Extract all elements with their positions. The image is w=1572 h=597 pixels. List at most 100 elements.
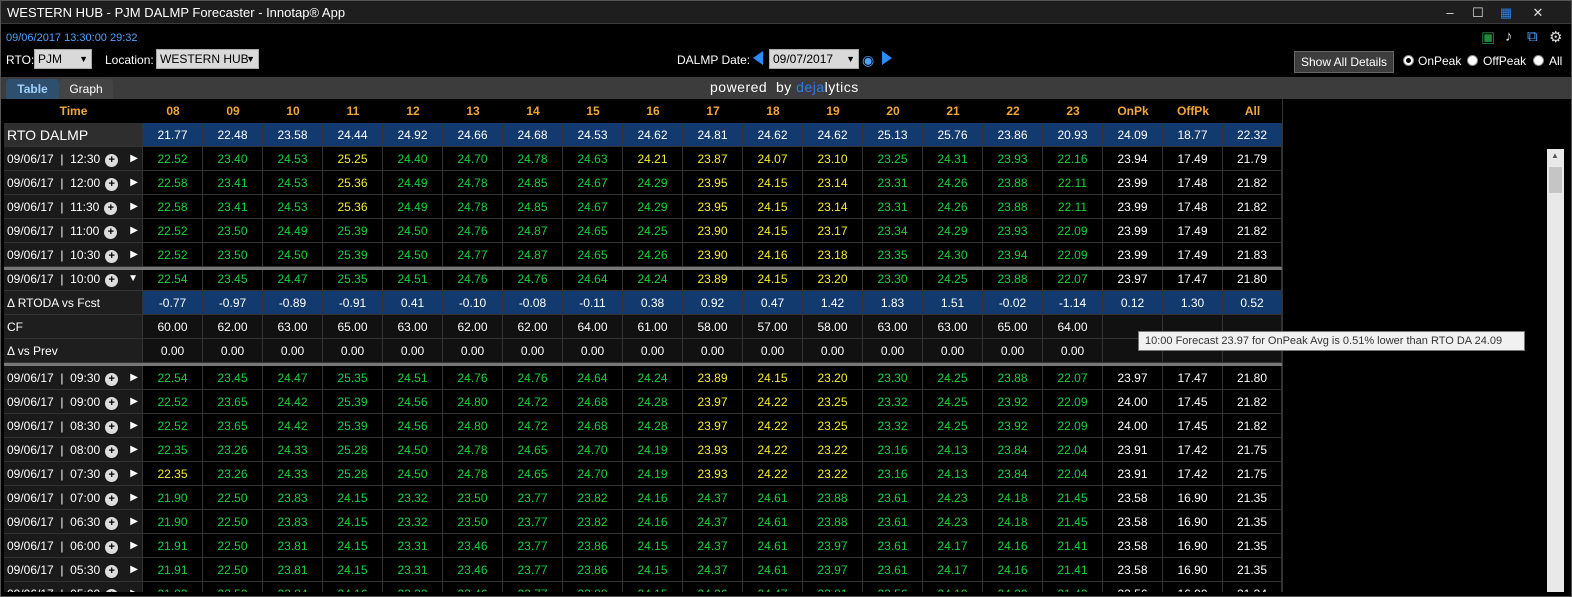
table-cell: 23.95 xyxy=(683,195,743,219)
tab-table[interactable]: Table xyxy=(6,79,59,99)
table-row: 09/06/17 | 08:30 + ▶ 22.52 23.65 24.42 25.39 24… xyxy=(4,414,1282,438)
popout-icon[interactable]: ⧉ xyxy=(1527,28,1538,45)
offpeak-radio-label[interactable]: OffPeak xyxy=(1483,54,1526,68)
add-icon[interactable]: + xyxy=(105,541,119,554)
prev-date-arrow-icon[interactable] xyxy=(753,51,763,65)
table-cell: 24.28 xyxy=(623,414,683,438)
vertical-scrollbar[interactable]: ▲ xyxy=(1547,149,1564,592)
gear-icon[interactable]: ⚙ xyxy=(1549,28,1562,46)
onpeak-radio-label[interactable]: OnPeak xyxy=(1418,54,1461,68)
table-cell: 24.26 xyxy=(623,243,683,267)
onpeak-radio[interactable] xyxy=(1403,55,1414,66)
column-header: 15 xyxy=(586,104,600,118)
table-cell: 25.36 xyxy=(323,195,383,219)
all-radio[interactable] xyxy=(1533,55,1544,66)
row-time: 09/06/17 | 09:00 xyxy=(7,395,101,409)
offpeak-radio[interactable] xyxy=(1467,55,1478,66)
expand-row-icon[interactable]: ▶ xyxy=(130,390,138,414)
add-icon[interactable]: + xyxy=(105,154,119,167)
expand-row-icon[interactable]: ▶ xyxy=(130,558,138,582)
row-time-label[interactable]: 09/06/17 | 09:00 + ▶ xyxy=(4,390,143,414)
row-time-label[interactable]: 09/06/17 | 10:30 + ▶ xyxy=(4,243,143,267)
add-icon[interactable]: + xyxy=(105,178,119,191)
scroll-up-icon[interactable]: ▲ xyxy=(1551,151,1559,160)
excel-icon[interactable]: ▣ xyxy=(1481,28,1495,46)
rto-select[interactable]: PJM ▼ xyxy=(34,49,92,69)
add-icon[interactable]: + xyxy=(105,421,119,434)
table-cell: 24.56 xyxy=(383,390,443,414)
tile-icon[interactable]: ▦ xyxy=(1495,3,1517,22)
table-header-row: Time 08 09 10 11 12 13 14 15 16 17 18 19 20 21 22 23 OnPk… xyxy=(4,99,1282,123)
row-time-label[interactable]: 09/06/17 | 05:30 + ▶ xyxy=(4,558,143,582)
table-cell: 23.99 xyxy=(1103,219,1163,243)
expand-row-icon[interactable]: ▶ xyxy=(130,414,138,438)
table-cell: 24.37 xyxy=(683,534,743,558)
expand-row-icon[interactable]: ▶ xyxy=(130,366,138,390)
add-icon[interactable]: + xyxy=(105,274,119,287)
row-time-label[interactable]: 09/06/17 | 06:30 + ▶ xyxy=(4,510,143,534)
row-time-label[interactable]: 09/06/17 | 07:00 + ▶ xyxy=(4,486,143,510)
show-all-details-button[interactable]: Show All Details xyxy=(1294,51,1394,73)
add-icon[interactable]: + xyxy=(105,469,119,482)
add-icon[interactable]: + xyxy=(104,226,118,239)
dalmp-date-picker[interactable]: 09/07/2017 ▼ xyxy=(769,49,859,69)
add-icon[interactable]: + xyxy=(105,445,119,458)
speaker-icon[interactable]: ♪ xyxy=(1505,28,1513,45)
table-cell: 24.25 xyxy=(623,219,683,243)
add-icon[interactable]: + xyxy=(105,397,119,410)
add-icon[interactable]: + xyxy=(105,517,119,530)
close-icon[interactable]: ✕ xyxy=(1527,3,1549,22)
add-icon[interactable]: + xyxy=(104,202,118,215)
expand-row-icon[interactable]: ▶ xyxy=(130,582,138,592)
table-cell: 24.51 xyxy=(383,267,443,291)
row-time-label[interactable]: 09/06/17 | 08:00 + ▶ xyxy=(4,438,143,462)
tab-graph[interactable]: Graph xyxy=(59,79,113,99)
row-time-label[interactable]: 09/06/17 | 11:30 + ▶ xyxy=(4,195,143,219)
table-cell: 23.77 xyxy=(503,558,563,582)
expand-row-icon[interactable]: ▶ xyxy=(130,534,138,558)
row-time-label[interactable]: 09/06/17 | 08:30 + ▶ xyxy=(4,414,143,438)
expand-row-icon[interactable]: ▶ xyxy=(130,243,138,267)
table-cell: 25.28 xyxy=(323,462,383,486)
table-cell: 17.47 xyxy=(1163,366,1223,390)
column-header: 21 xyxy=(946,104,960,118)
table-cell: 0.00 xyxy=(803,339,863,363)
row-time-label[interactable]: 09/06/17 | 12:30 + ▶ xyxy=(4,147,143,171)
minimize-icon[interactable]: – xyxy=(1439,3,1461,22)
expand-row-icon[interactable]: ▶ xyxy=(130,462,138,486)
expand-row-icon[interactable]: ▶ xyxy=(130,147,138,171)
row-time-label[interactable]: 09/06/17 | 05:00 + ▶ xyxy=(4,582,143,592)
row-time-label[interactable]: 09/06/17 | 12:00 + ▶ xyxy=(4,171,143,195)
column-header: 12 xyxy=(406,104,420,118)
next-date-arrow-icon[interactable] xyxy=(882,51,892,65)
expand-row-icon[interactable]: ▶ xyxy=(130,171,138,195)
row-label: Δ RTODA vs Fcst xyxy=(4,291,143,315)
add-icon[interactable]: + xyxy=(105,373,119,386)
maximize-icon[interactable]: ☐ xyxy=(1467,3,1489,22)
add-icon[interactable]: + xyxy=(105,589,119,592)
add-icon[interactable]: + xyxy=(105,493,119,506)
row-time-label[interactable]: 09/06/17 | 06:00 + ▶ xyxy=(4,534,143,558)
location-select[interactable]: WESTERN HUB ▼ xyxy=(156,49,259,69)
table-cell: 21.80 xyxy=(1223,267,1282,291)
expand-row-icon[interactable]: ▶ xyxy=(130,438,138,462)
table-row: 09/06/17 | 06:30 + ▶ 21.90 22.50 23.83 24.15 23… xyxy=(4,510,1282,534)
expand-row-icon[interactable]: ▶ xyxy=(130,219,138,243)
expand-row-icon[interactable]: ▶ xyxy=(130,510,138,534)
eye-icon[interactable]: ◉ xyxy=(862,52,874,69)
row-time-label[interactable]: 09/06/17 | 10:00 + ▼ xyxy=(4,267,143,291)
add-icon[interactable]: + xyxy=(105,565,119,578)
table-cell: 24.15 xyxy=(743,366,803,390)
add-icon[interactable]: + xyxy=(105,250,119,263)
expand-row-icon[interactable]: ▶ xyxy=(130,195,138,219)
row-time-label[interactable]: 09/06/17 | 11:00 + ▶ xyxy=(4,219,143,243)
row-time-label[interactable]: 09/06/17 | 07:30 + ▶ xyxy=(4,462,143,486)
scrollbar-thumb[interactable] xyxy=(1549,167,1562,193)
column-header: 09 xyxy=(226,104,240,118)
row-time-label[interactable]: 09/06/17 | 09:30 + ▶ xyxy=(4,366,143,390)
expand-row-icon[interactable]: ▼ xyxy=(128,267,138,291)
expand-row-icon[interactable]: ▶ xyxy=(130,486,138,510)
row-time: 09/06/17 | 05:30 xyxy=(7,563,101,577)
row-time: 09/06/17 | 11:30 xyxy=(7,200,100,214)
all-radio-label[interactable]: All xyxy=(1549,54,1562,68)
